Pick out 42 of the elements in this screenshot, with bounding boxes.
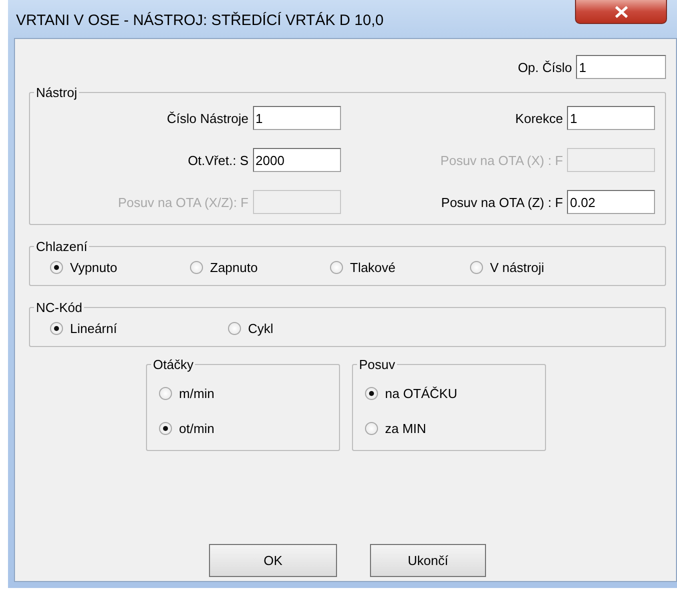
window-title: VRTANI V OSE - NÁSTROJ: STŘEDÍCÍ VRTÁK D 10,0 [15,10,384,29]
radio-button[interactable] [365,422,378,435]
radio-button[interactable] [159,422,172,435]
group-title: Otáčky [152,357,194,372]
radio-option[interactable]: Zapnuto [190,260,330,275]
radio-button[interactable] [190,261,203,274]
input-field[interactable]: 1 [567,106,655,130]
field-label: Ot.Vřet.: S [188,152,248,168]
input-field[interactable]: 1 [576,55,666,79]
radio-option[interactable]: za MIN [365,421,545,436]
close-icon [614,6,628,18]
radio-button[interactable] [50,322,63,335]
field-label: Posuv na OTA (X) : F [440,152,563,168]
radio-option[interactable]: Lineární [50,321,228,336]
radio-option[interactable]: ot/min [159,421,339,436]
field-label: Op. Číslo [518,60,572,74]
input-field[interactable]: 1 [252,106,340,130]
field-label: Korekce [515,110,563,126]
field-label: Posuv na OTA (X/Z): F [118,194,248,210]
radio-option[interactable]: Tlakové [330,260,470,275]
group-title: NC-Kód [35,300,84,315]
radio-option[interactable]: Vypnuto [50,260,190,275]
group-title: Nástroj [35,85,78,100]
field-label: Číslo Nástroje [166,110,248,126]
dialog-button[interactable]: Ukončí [370,544,486,577]
radio-option[interactable]: Cykl [228,321,406,336]
dialog-button[interactable]: OK [209,544,337,577]
radio-button[interactable] [159,387,172,400]
input-field[interactable]: 2000 [252,148,340,172]
close-button[interactable] [575,0,667,24]
input-field[interactable]: 0.02 [567,190,655,214]
group-title: Posuv [358,357,396,372]
radio-option[interactable]: V nástroji [470,260,610,275]
radio-button[interactable] [50,261,63,274]
group-title: Chlazení [35,239,88,254]
field-label: Posuv na OTA (Z) : F [441,194,563,210]
radio-button[interactable] [365,387,378,400]
radio-option[interactable]: na OTÁČKU [365,386,545,401]
radio-button[interactable] [330,261,343,274]
radio-button[interactable] [470,261,483,274]
radio-button[interactable] [228,322,241,335]
radio-option[interactable]: m/min [159,386,339,401]
